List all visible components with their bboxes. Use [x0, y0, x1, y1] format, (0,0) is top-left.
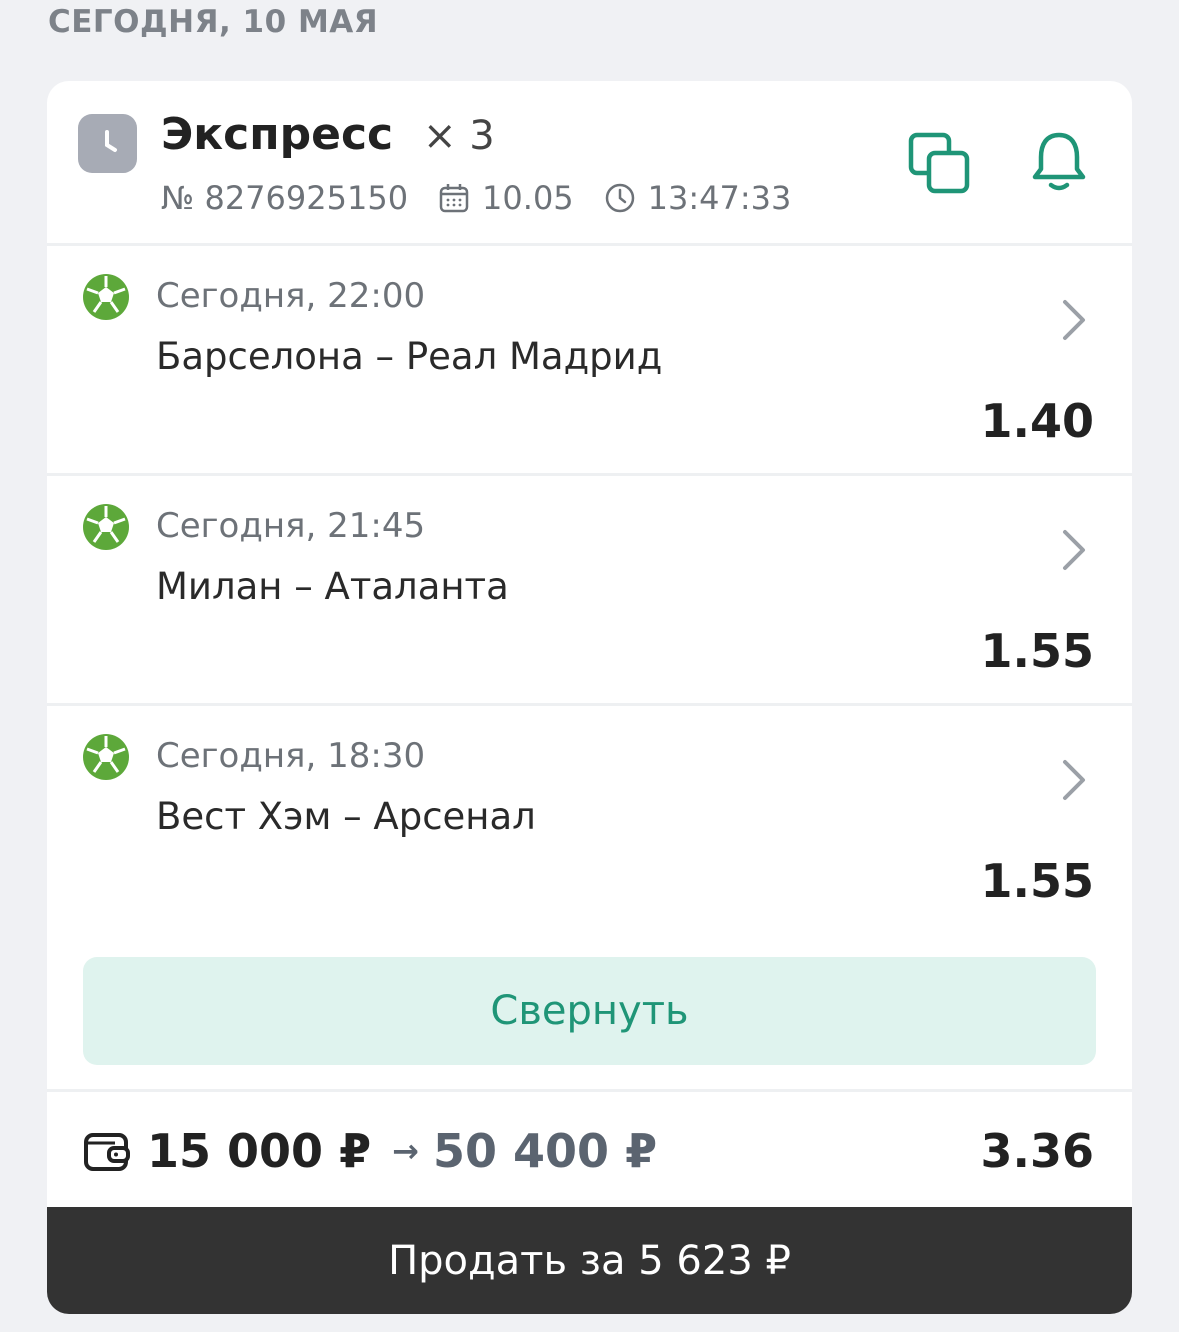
clock-icon	[604, 182, 636, 214]
bet-card: Экспресс × 3 № 8276925150 10.05 13:47:33…	[47, 81, 1132, 1314]
bet-summary: 15 000 ₽ → 50 400 ₽ 3.36	[47, 1092, 1132, 1207]
event-name: Милан – Аталанта	[156, 565, 509, 608]
bell-icon[interactable]	[1029, 129, 1089, 195]
soccer-ball-icon	[81, 272, 131, 322]
stake-amount: 15 000 ₽	[147, 1124, 372, 1178]
wallet-icon	[83, 1127, 131, 1175]
payout-amount: 50 400 ₽	[433, 1124, 658, 1178]
event-time: Сегодня, 18:30	[156, 736, 426, 776]
event-odds: 1.55	[980, 624, 1095, 678]
event-time: Сегодня, 22:00	[156, 276, 426, 316]
event-row[interactable]: Сегодня, 21:45 Милан – Аталанта 1.55	[47, 476, 1132, 704]
event-odds: 1.40	[980, 394, 1095, 448]
copy-icon[interactable]	[907, 131, 971, 195]
event-row[interactable]: Сегодня, 18:30 Вест Хэм – Арсенал 1.55	[47, 706, 1132, 934]
event-name: Вест Хэм – Арсенал	[156, 795, 536, 838]
sell-button[interactable]: Продать за 5 623 ₽	[47, 1207, 1132, 1314]
bet-time: 13:47:33	[647, 179, 792, 217]
event-name: Барселона – Реал Мадрид	[156, 335, 663, 378]
soccer-ball-icon	[81, 732, 131, 782]
collapse-button[interactable]: Свернуть	[83, 957, 1096, 1065]
bet-date: 10.05	[482, 179, 574, 217]
total-odds: 3.36	[980, 1124, 1095, 1178]
chevron-right-icon	[1059, 298, 1089, 342]
arrow-right-icon: →	[392, 1132, 419, 1170]
bet-meta: № 8276925150 10.05 13:47:33	[161, 179, 791, 217]
calendar-icon	[438, 182, 470, 214]
chevron-right-icon	[1059, 758, 1089, 802]
bet-title: Экспресс	[161, 109, 394, 160]
bet-multiplier: × 3	[423, 113, 495, 159]
bet-header: Экспресс × 3 № 8276925150 10.05 13:47:33	[47, 81, 1132, 243]
clock-status-icon	[78, 114, 137, 173]
soccer-ball-icon	[81, 502, 131, 552]
chevron-right-icon	[1059, 528, 1089, 572]
event-odds: 1.55	[980, 854, 1095, 908]
bet-number: № 8276925150	[161, 179, 409, 217]
date-header: СЕГОДНЯ, 10 МАЯ	[48, 4, 379, 40]
event-time: Сегодня, 21:45	[156, 506, 426, 546]
event-row[interactable]: Сегодня, 22:00 Барселона – Реал Мадрид 1…	[47, 246, 1132, 474]
